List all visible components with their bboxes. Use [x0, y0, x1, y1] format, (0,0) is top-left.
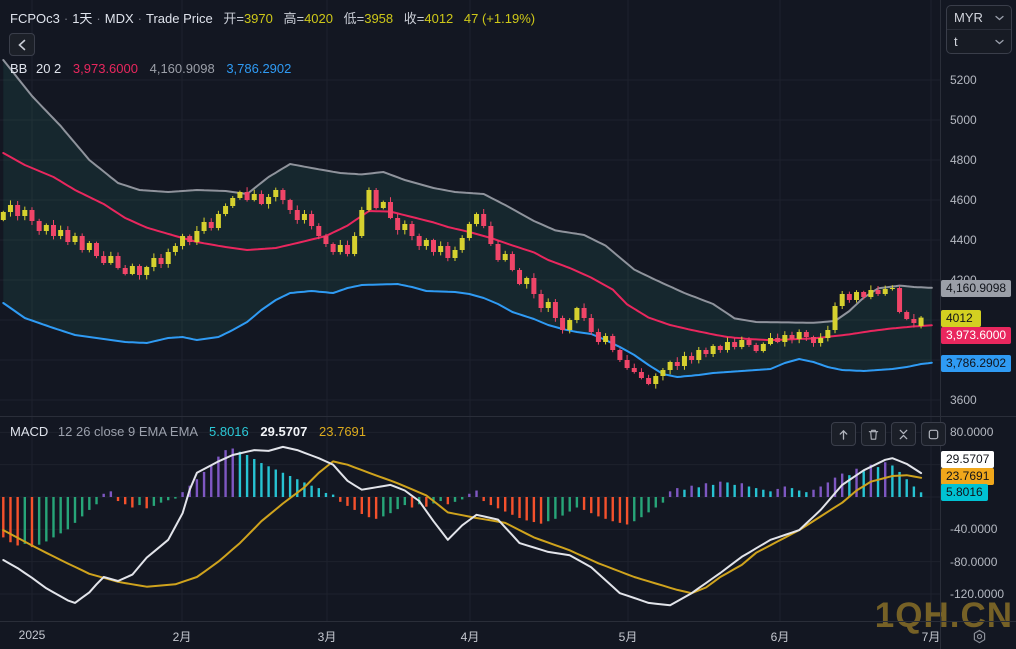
price-label-chip: 3,786.2902 — [941, 355, 1012, 372]
currency-select[interactable]: MYR — [947, 6, 1011, 29]
maximize-icon — [928, 429, 939, 439]
price-label-chip: 3,973.6000 — [941, 327, 1012, 344]
axis-divider — [940, 0, 941, 649]
low-label: 低= — [343, 11, 365, 26]
axis-tick-label: 4400 — [950, 233, 977, 247]
month-label: 3月 — [317, 630, 337, 644]
macd-params: 12 26 close 9 EMA EMA — [57, 424, 198, 439]
maximize-pane-button[interactable] — [921, 422, 946, 446]
chevron-down-icon — [995, 39, 1004, 44]
axis-tick-label: -120.0000 — [950, 586, 1005, 601]
exchange: MDX — [104, 11, 134, 26]
arrow-up-icon — [839, 429, 848, 440]
high-value: 4020 — [304, 11, 333, 26]
bb-lower-value: 3,786.2902 — [226, 61, 292, 76]
unit-select[interactable]: t — [947, 29, 1011, 53]
open-value: 3970 — [243, 11, 273, 26]
month-label: 5月 — [618, 630, 638, 644]
bb-title: BB — [10, 61, 28, 76]
macd-hist-value: 5.8016 — [209, 424, 249, 439]
axis-tick-label: 5000 — [950, 113, 977, 127]
interval[interactable]: 1天 — [72, 11, 92, 26]
axis-tick-label: 3600 — [950, 393, 977, 407]
price-label-chip: 4,160.9098 — [941, 280, 1012, 297]
pane-divider[interactable] — [0, 416, 1016, 417]
unit-value: t — [954, 34, 958, 49]
price-label-chip: 29.5707 — [941, 451, 995, 468]
back-button[interactable] — [9, 33, 35, 56]
collapse-icon — [899, 429, 908, 439]
time-axis[interactable]: 2025 2月 3月 4月 5月 6月 7月 — [0, 622, 1016, 649]
close-value: 4012 — [424, 11, 454, 26]
change-value: 47 (+1.19%) — [463, 11, 536, 26]
open-label: 开= — [223, 11, 244, 26]
high-label: 高= — [283, 11, 305, 26]
close-label: 收= — [403, 11, 425, 26]
macd-signal-value: 23.7691 — [319, 424, 367, 439]
trash-icon — [868, 429, 879, 440]
month-label: 2025 — [18, 628, 46, 642]
bb-basis-value: 3,973.6000 — [72, 61, 138, 76]
macd-title: MACD — [10, 424, 49, 439]
axis-tick-label: 4600 — [950, 193, 977, 207]
axis-tick-label: 4800 — [950, 153, 977, 167]
price-axis[interactable]: MYR t 520050004800460044004200360080.000… — [941, 0, 1016, 621]
month-label: 7月 — [921, 630, 941, 644]
pane-toolbar — [831, 422, 946, 446]
bb-params: 20 2 — [35, 61, 62, 76]
chevron-left-icon — [18, 39, 26, 50]
price-type: Trade Price — [146, 11, 213, 26]
currency-unit-selector: MYR t — [946, 5, 1012, 54]
symbol-name[interactable]: FCPOc3 — [10, 11, 60, 26]
axis-tick-label: 80.0000 — [950, 425, 994, 440]
month-label: 4月 — [460, 630, 480, 644]
delete-pane-button[interactable] — [861, 422, 886, 446]
price-label-chip: 23.7691 — [941, 468, 995, 485]
low-value: 3958 — [364, 11, 394, 26]
macd-line-value: 29.5707 — [260, 424, 308, 439]
macd-chart-pane[interactable] — [0, 417, 941, 621]
chevron-down-icon — [995, 15, 1004, 20]
axis-tick-label: -40.0000 — [950, 522, 998, 537]
price-label-chip: 4012 — [941, 310, 981, 327]
move-pane-up-button[interactable] — [831, 422, 856, 446]
axis-tick-label: -80.0000 — [950, 554, 998, 569]
axis-settings-button[interactable] — [968, 625, 990, 647]
axis-tick-label: 5200 — [950, 73, 977, 87]
macd-indicator-legend[interactable]: MACD 12 26 close 9 EMA EMA 5.8016 29.570… — [10, 424, 366, 439]
price-label-chip: 5.8016 — [941, 484, 988, 501]
month-label: 2月 — [172, 630, 192, 644]
settings-hexagon-icon — [973, 629, 985, 643]
bb-upper-value: 4,160.9098 — [149, 61, 215, 76]
time-axis-divider — [0, 621, 1016, 622]
month-label: 6月 — [770, 630, 790, 644]
symbol-legend[interactable]: FCPOc3 · 1天 · MDX · Trade Price 开=3970 高=4020 … — [10, 8, 535, 27]
bb-indicator-legend[interactable]: BB 20 2 3,973.6000 4,160.9098 3,786.2902 — [10, 61, 291, 76]
collapse-pane-button[interactable] — [891, 422, 916, 446]
currency-value: MYR — [954, 10, 983, 25]
trading-app: FCPOc3 · 1天 · MDX · Trade Price 开=3970 高=4020 … — [0, 0, 1016, 649]
